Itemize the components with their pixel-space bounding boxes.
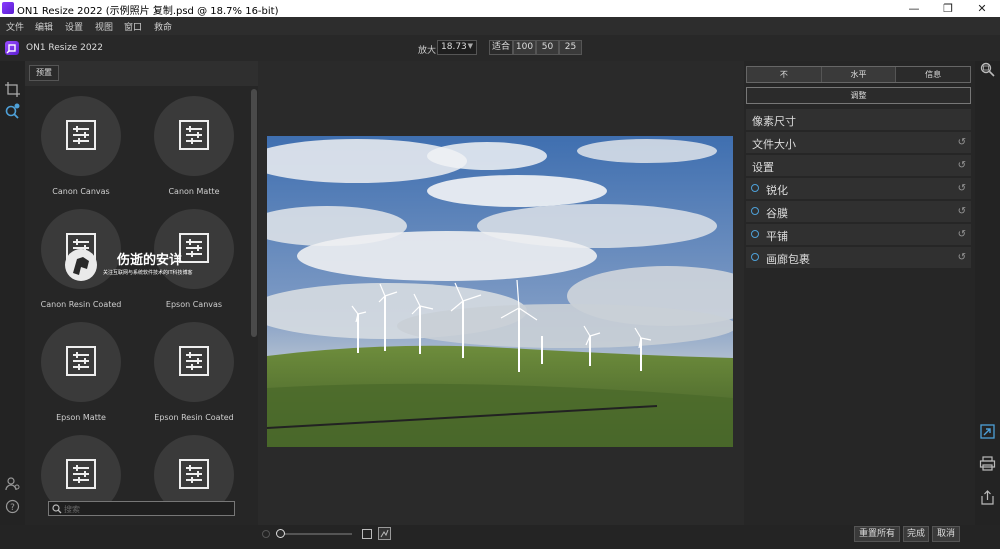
export-resize-icon[interactable] (979, 423, 996, 440)
watermark-logo-icon (65, 249, 97, 281)
thumbnail-size-slider[interactable] (282, 533, 352, 535)
section-label: 平铺 (766, 230, 788, 243)
search-icon (52, 504, 62, 514)
compare-view-icon[interactable] (378, 527, 391, 540)
cancel-button[interactable]: 取消 (932, 526, 960, 542)
reset-icon[interactable]: ↺ (958, 252, 966, 263)
app-header: ON1 Resize 2022 放大 18.73 ▼ 适合 100 50 25 (0, 35, 1000, 61)
preset-tile[interactable]: Epson Matte (25, 322, 137, 434)
preset-tile[interactable]: Epson Resin Coated (138, 322, 250, 434)
segment-info[interactable]: 信息 (896, 67, 971, 82)
presets-header: 预置 (25, 61, 258, 86)
preset-label: Epson Resin Coated (154, 413, 234, 422)
presets-scrollbar[interactable] (251, 89, 257, 337)
menu-window[interactable]: 窗口 (124, 20, 142, 33)
sliders-icon (179, 459, 209, 489)
loupe-icon[interactable] (979, 61, 996, 78)
section-tiling[interactable]: 平铺 ↺ (746, 224, 971, 245)
left-tool-strip: ? (0, 61, 25, 549)
presets-tab-button[interactable]: 预置 (29, 65, 59, 81)
search-placeholder: 搜索 (64, 505, 80, 514)
section-pixel-dimensions[interactable]: 像素尺寸 (746, 109, 971, 130)
print-icon[interactable] (979, 455, 996, 472)
adjust-button[interactable]: 调整 (746, 87, 971, 104)
section-file-size[interactable]: 文件大小 ↺ (746, 132, 971, 153)
watermark-subtitle: 关注互联网与系统软件技术的IT科技博客 (103, 270, 193, 276)
zoom-value: 18.73 (441, 42, 467, 52)
section-gallery-wrap[interactable]: 画廊包裹 ↺ (746, 247, 971, 268)
square-view-icon[interactable] (362, 529, 372, 539)
reset-icon[interactable]: ↺ (958, 206, 966, 217)
section-label: 设置 (752, 161, 774, 174)
chevron-down-icon: ▼ (467, 42, 473, 50)
toggle-ring-icon[interactable] (751, 230, 759, 238)
section-label: 锐化 (766, 184, 788, 197)
segment-horizontal[interactable]: 水平 (821, 67, 897, 82)
section-sharpening[interactable]: 锐化 ↺ (746, 178, 971, 199)
preset-search-input[interactable]: 搜索 (48, 501, 235, 516)
menu-edit[interactable]: 编辑 (35, 20, 53, 33)
preset-label: Epson Canvas (165, 300, 223, 309)
preset-label: Canon Matte (168, 187, 220, 196)
watermark-title: 伤逝的安详 (117, 253, 183, 268)
reset-icon[interactable]: ↺ (958, 160, 966, 171)
sliders-icon (66, 120, 96, 150)
preset-label: Epson Matte (56, 413, 106, 422)
done-button[interactable]: 完成 (903, 526, 929, 542)
section-label: 像素尺寸 (752, 115, 796, 128)
preset-tile[interactable]: Canon Canvas (25, 96, 137, 208)
zoom-select[interactable]: 18.73 ▼ (437, 40, 477, 55)
watermark: 伤逝的安详 关注互联网与系统软件技术的IT科技博客 (65, 247, 265, 287)
view-segmented-control[interactable]: 不 水平 信息 (746, 66, 971, 83)
app-name: ON1 Resize 2022 (26, 43, 104, 53)
reset-icon[interactable]: ↺ (958, 229, 966, 240)
menu-file[interactable]: 文件 (6, 20, 24, 33)
resize-tool-icon[interactable] (4, 103, 21, 120)
toggle-ring-icon[interactable] (751, 207, 759, 215)
section-settings[interactable]: 设置 ↺ (746, 155, 971, 176)
segment-none[interactable]: 不 (747, 67, 822, 82)
preset-label: Canon Resin Coated (40, 300, 122, 309)
zoom-100-button[interactable]: 100 (513, 40, 536, 55)
app-icon (2, 2, 14, 14)
reset-icon[interactable]: ↺ (958, 183, 966, 194)
zoom-50-button[interactable]: 50 (536, 40, 559, 55)
share-icon[interactable] (979, 489, 996, 506)
menu-help[interactable]: 救命 (154, 20, 172, 33)
reset-icon[interactable]: ↺ (958, 137, 966, 148)
section-label: 文件大小 (752, 138, 796, 151)
close-button[interactable]: ✕ (962, 0, 1000, 17)
bottom-bar (0, 525, 1000, 549)
user-icon[interactable] (4, 475, 21, 492)
on1-logo-icon (5, 41, 19, 55)
sliders-icon (179, 120, 209, 150)
sliders-icon (179, 346, 209, 376)
menu-bar: 文件 编辑 设置 视图 窗口 救命 (0, 17, 1000, 35)
toggle-ring-icon[interactable] (751, 184, 759, 192)
zoom-label: 放大 (418, 46, 437, 56)
section-label: 谷膜 (766, 207, 788, 220)
help-icon[interactable]: ? (4, 498, 21, 515)
window-title: ON1 Resize 2022 (示例照片 复制.psd @ 18.7% 16-… (17, 6, 279, 17)
zoom-small-icon (262, 530, 270, 538)
section-film-grain[interactable]: 谷膜 ↺ (746, 201, 971, 222)
right-tool-strip (975, 61, 1000, 549)
menu-view[interactable]: 视图 (95, 20, 113, 33)
right-panel (744, 61, 975, 525)
zoom-fit-button[interactable]: 适合 (489, 40, 513, 55)
reset-all-button[interactable]: 重置所有 (854, 526, 900, 542)
crop-icon[interactable] (4, 81, 21, 98)
preset-label: Canon Canvas (52, 187, 110, 196)
section-label: 画廊包裹 (766, 253, 810, 266)
title-bar: ON1 Resize 2022 (示例照片 复制.psd @ 18.7% 16-… (0, 0, 1000, 17)
toggle-ring-icon[interactable] (751, 253, 759, 261)
sliders-icon (66, 459, 96, 489)
menu-settings[interactable]: 设置 (65, 20, 83, 33)
zoom-25-button[interactable]: 25 (559, 40, 582, 55)
svg-text:?: ? (10, 503, 15, 513)
photo-preview[interactable] (247, 136, 767, 447)
preset-tile[interactable]: Canon Matte (138, 96, 250, 208)
slider-handle[interactable] (276, 529, 285, 538)
sliders-icon (66, 346, 96, 376)
